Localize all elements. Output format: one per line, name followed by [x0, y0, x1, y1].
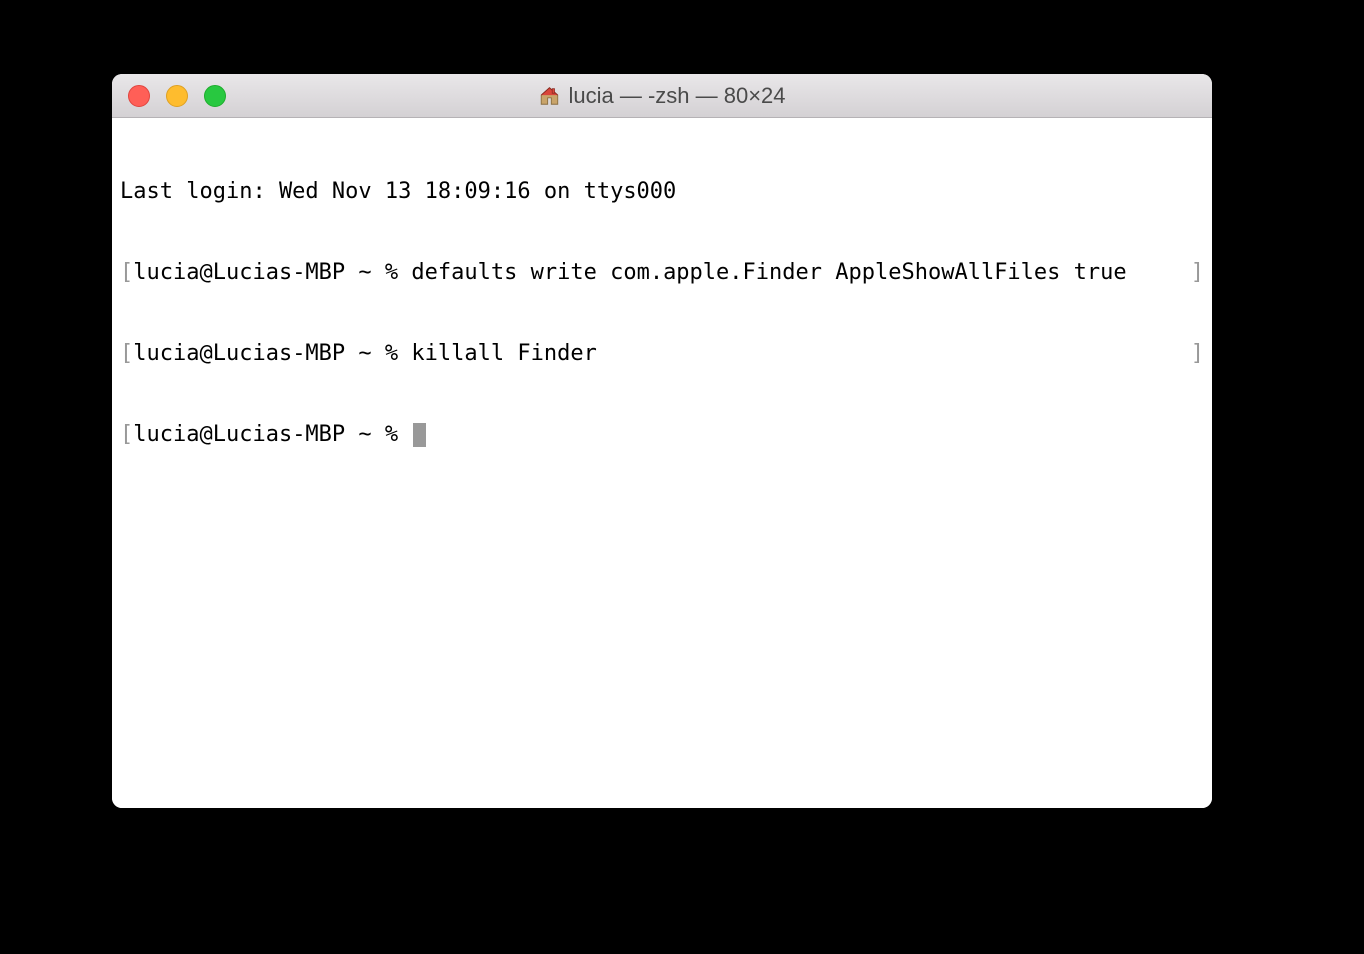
terminal-line: [lucia@Lucias-MBP ~ % defaults write com… — [120, 259, 1204, 286]
close-button[interactable] — [128, 85, 150, 107]
current-prompt: lucia@Lucias-MBP ~ % — [133, 422, 411, 447]
prompt: lucia@Lucias-MBP ~ % — [133, 341, 411, 366]
terminal-window: lucia — -zsh — 80×24 Last login: Wed Nov… — [112, 74, 1212, 808]
prompt: lucia@Lucias-MBP ~ % — [133, 260, 411, 285]
minimize-button[interactable] — [166, 85, 188, 107]
command-text: killall Finder — [411, 341, 596, 366]
zoom-button[interactable] — [204, 85, 226, 107]
cursor-icon — [413, 423, 426, 447]
bracket-open: [ — [120, 260, 133, 285]
command-text: defaults write com.apple.Finder AppleSho… — [411, 260, 1126, 285]
bracket-open: [ — [120, 422, 133, 447]
window-title-group: lucia — -zsh — 80×24 — [538, 83, 785, 109]
home-icon — [538, 85, 560, 107]
traffic-lights — [112, 85, 226, 107]
terminal-line: [lucia@Lucias-MBP ~ % killall Finder] — [120, 340, 1204, 367]
current-prompt-line: [lucia@Lucias-MBP ~ % — [120, 421, 1204, 448]
titlebar[interactable]: lucia — -zsh — 80×24 — [112, 74, 1212, 118]
window-title: lucia — -zsh — 80×24 — [568, 83, 785, 109]
bracket-close: ] — [1191, 340, 1204, 367]
terminal-body[interactable]: Last login: Wed Nov 13 18:09:16 on ttys0… — [112, 118, 1212, 808]
bracket-close: ] — [1191, 259, 1204, 286]
last-login-line: Last login: Wed Nov 13 18:09:16 on ttys0… — [120, 178, 1204, 205]
last-login-text: Last login: Wed Nov 13 18:09:16 on ttys0… — [120, 179, 676, 204]
bracket-open: [ — [120, 341, 133, 366]
